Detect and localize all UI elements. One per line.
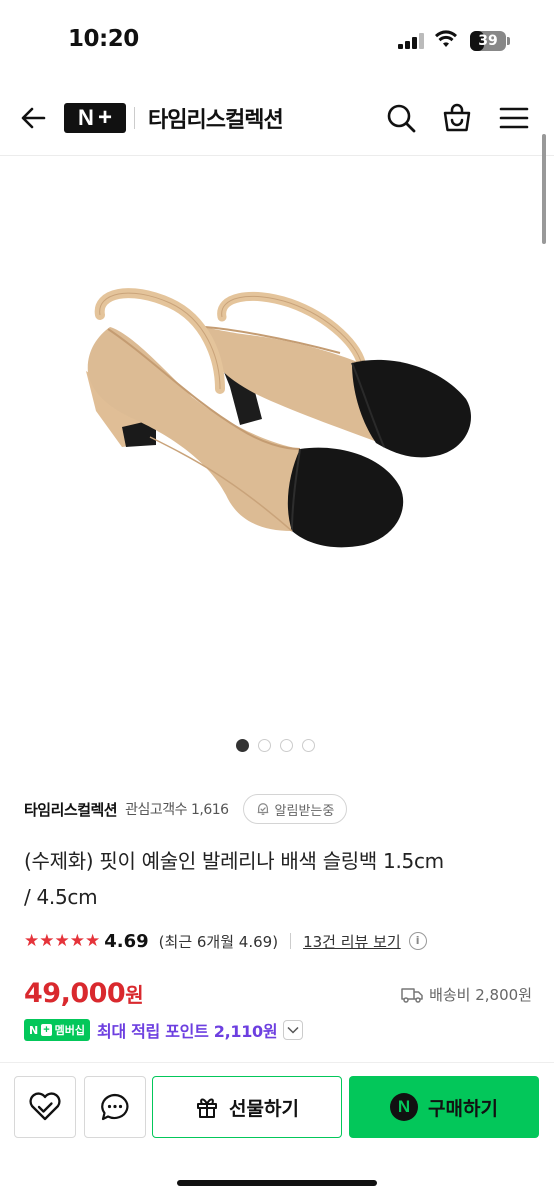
slingback-shoes-image	[86, 288, 471, 548]
heart-check-icon	[29, 1092, 61, 1121]
notify-button[interactable]: 알림받는중	[242, 794, 348, 824]
badge-n: N	[29, 1023, 39, 1037]
signal-icon	[398, 33, 424, 49]
product-title: (수제화) 핏이 예술인 발레리나 배색 슬링백 1.5cm / 4.5cm	[24, 843, 534, 915]
gallery-dot[interactable]	[280, 739, 293, 752]
star-icon: ★	[54, 930, 70, 951]
price-unit: 원	[125, 983, 144, 1007]
membership-badge: N + 멤버십	[24, 1019, 91, 1041]
store-name[interactable]: 타임리스컬렉션	[148, 102, 284, 134]
gift-button[interactable]: 선물하기	[152, 1076, 342, 1138]
info-icon[interactable]: i	[408, 932, 427, 950]
rating-score: 4.69	[104, 930, 149, 952]
price-amount: 49,000	[24, 978, 126, 1009]
rating-recent: (최근 6개월 4.69)	[158, 932, 279, 951]
badge-plus: +	[41, 1024, 52, 1036]
rating-row: ★ ★ ★ ★ ★ 4.69 (최근 6개월 4.69) 13건 리뷰 보기 i	[24, 928, 427, 954]
home-indicator[interactable]	[177, 1180, 377, 1186]
gallery-dot[interactable]	[302, 739, 315, 752]
logo-divider	[134, 107, 135, 129]
back-arrow-icon[interactable]	[18, 102, 50, 134]
app-header: N + 타임리스컬렉션	[0, 80, 554, 156]
scrollbar[interactable]	[542, 134, 546, 244]
delivery-truck-icon	[401, 987, 423, 1003]
battery-tip	[507, 37, 510, 45]
notify-label: 알림받는중	[274, 803, 335, 819]
battery-level: 39	[478, 33, 498, 49]
shopping-bag-icon[interactable]	[441, 102, 473, 134]
buy-label: 구매하기	[428, 1097, 498, 1120]
fan-count: 관심고객수 1,616	[125, 802, 229, 818]
nplus-logo[interactable]: N +	[64, 103, 126, 133]
seller-name[interactable]: 타임리스컬렉션	[24, 799, 118, 820]
point-row[interactable]: N + 멤버십 최대 적립 포인트 2,110원	[24, 1018, 304, 1042]
badge-label: 멤버십	[54, 1024, 86, 1037]
rating-stars: ★ ★ ★ ★ ★	[24, 930, 101, 951]
product-title-line: (수제화) 핏이 예술인 발레리나 배색 슬링백 1.5cm	[24, 849, 444, 873]
shipping-fee: 배송비 2,800원	[401, 984, 532, 1005]
gift-label: 선물하기	[229, 1097, 299, 1120]
product-image[interactable]	[0, 157, 554, 774]
buy-button[interactable]: N 구매하기	[349, 1076, 539, 1138]
price: 49,000원	[24, 978, 144, 1009]
chat-button[interactable]	[84, 1076, 146, 1138]
bell-check-icon	[257, 803, 268, 815]
chat-bubble-icon	[101, 1093, 129, 1121]
naver-pay-icon: N	[390, 1093, 419, 1121]
wishlist-button[interactable]	[14, 1076, 76, 1138]
star-icon: ★	[39, 930, 55, 951]
star-icon: ★	[85, 930, 101, 951]
status-time: 10:20	[68, 26, 139, 52]
logo-plus: +	[97, 104, 112, 131]
menu-icon[interactable]	[498, 102, 530, 134]
logo-n: N	[78, 105, 94, 130]
product-title-line: / 4.5cm	[24, 885, 98, 909]
chevron-down-icon[interactable]	[283, 1020, 304, 1040]
battery-icon: 39	[470, 31, 506, 51]
gift-icon	[197, 1098, 218, 1118]
divider	[290, 933, 292, 949]
seller-row: 타임리스컬렉션 관심고객수 1,616 알림받는중	[24, 794, 348, 824]
shipping-text: 배송비 2,800원	[429, 986, 532, 1004]
review-link[interactable]: 13건 리뷰 보기	[303, 931, 401, 952]
gallery-dot[interactable]	[258, 739, 271, 752]
star-icon: ★	[69, 930, 85, 951]
point-text: 최대 적립 포인트 2,110원	[97, 1022, 278, 1041]
gallery-dot[interactable]	[236, 739, 249, 752]
star-icon: ★	[24, 930, 40, 951]
gallery-dots	[236, 739, 315, 752]
status-bar: 10:20 39	[0, 0, 554, 78]
wifi-icon	[435, 30, 457, 47]
search-icon[interactable]	[385, 102, 417, 134]
